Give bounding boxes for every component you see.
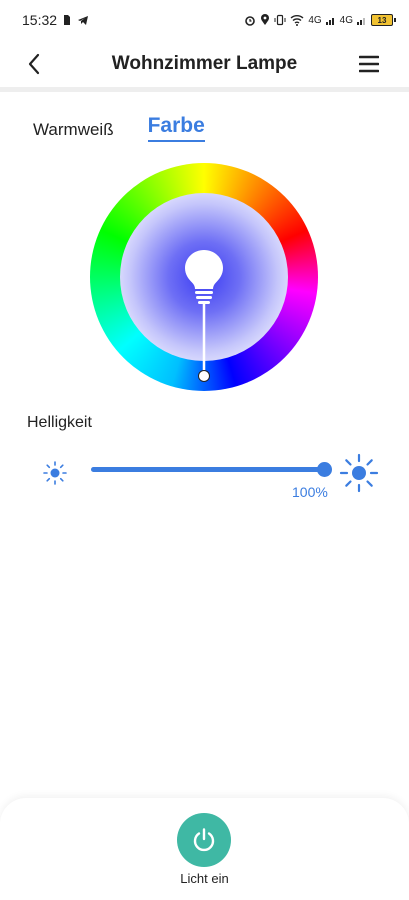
battery-icon: 13 xyxy=(371,14,396,26)
app-header: Wohnzimmer Lampe xyxy=(0,40,409,92)
brightness-value: 100% xyxy=(292,484,328,500)
sim-card-icon xyxy=(63,14,71,26)
tab-farbe[interactable]: Farbe xyxy=(147,114,205,142)
chevron-left-icon xyxy=(27,53,41,80)
tab-warmweiss[interactable]: Warmweiß xyxy=(33,120,114,142)
color-wheel[interactable] xyxy=(90,163,318,391)
menu-button[interactable] xyxy=(355,52,383,80)
signal-bars-icon xyxy=(357,15,367,25)
mode-tabs: Warmweiß Farbe xyxy=(33,114,205,142)
sun-large-icon[interactable] xyxy=(338,452,380,494)
power-label: Licht ein xyxy=(180,871,229,886)
vibrate-icon xyxy=(274,14,286,26)
power-button[interactable] xyxy=(177,813,231,867)
signal-bars-icon xyxy=(325,15,336,25)
brightness-label: Helligkeit xyxy=(27,414,92,431)
brightness-slider[interactable] xyxy=(91,462,332,477)
signal-label-2: 4G xyxy=(339,14,353,26)
brightness-slider-fill xyxy=(91,467,324,472)
status-time: 15:32 xyxy=(22,12,58,28)
light-bulb-icon xyxy=(185,250,223,376)
sun-small-icon[interactable] xyxy=(41,459,69,487)
color-picker-handle[interactable] xyxy=(198,370,210,382)
signal-label-1: 4G xyxy=(308,14,322,26)
hamburger-menu-icon xyxy=(358,55,380,78)
brightness-slider-thumb[interactable] xyxy=(317,462,332,477)
status-right: 4G 4G 13 xyxy=(244,14,396,26)
power-icon xyxy=(193,828,215,852)
page-title: Wohnzimmer Lampe xyxy=(111,52,298,74)
location-icon xyxy=(260,14,270,26)
status-bar: 15:32 4G 4G 13 xyxy=(0,0,409,40)
back-button[interactable] xyxy=(20,52,48,80)
wifi-icon xyxy=(290,14,304,26)
telegram-icon xyxy=(77,14,89,26)
alarm-icon xyxy=(244,14,256,26)
status-left: 15:32 xyxy=(22,12,89,28)
